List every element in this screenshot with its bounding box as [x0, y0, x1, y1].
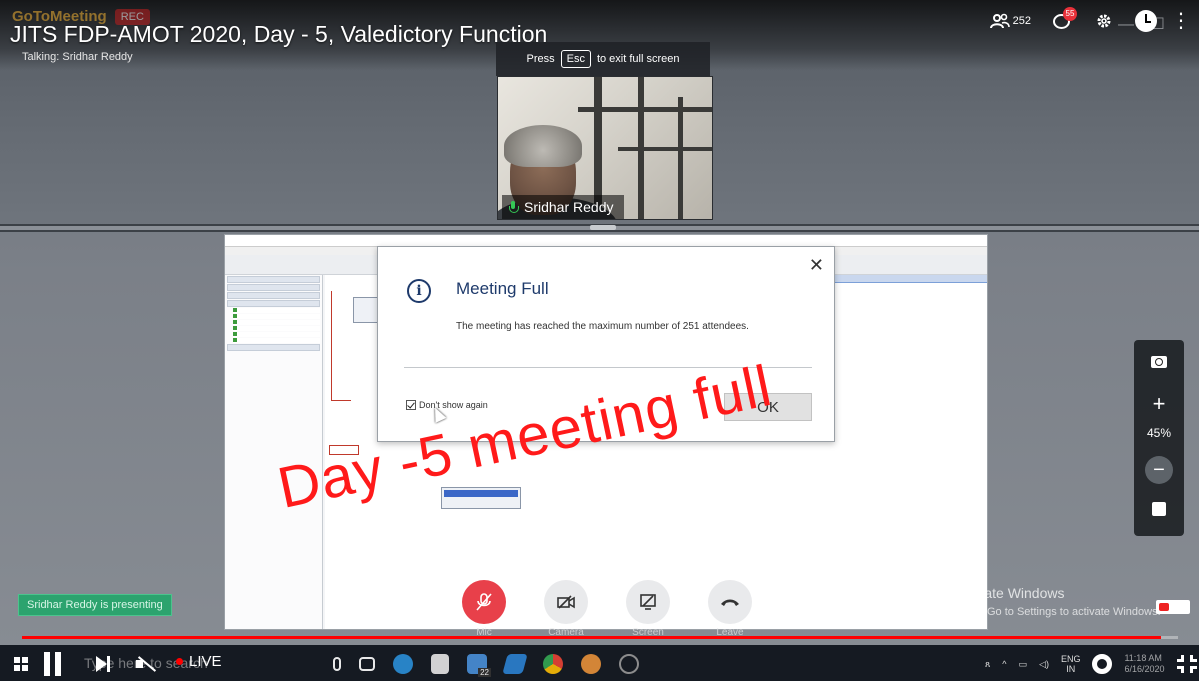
phone-hangup-icon — [721, 599, 739, 606]
app-icon[interactable] — [502, 654, 528, 674]
attendees-icon — [989, 13, 1010, 29]
chat-button[interactable]: 55 — [1053, 7, 1077, 31]
lang-top: ENG — [1060, 654, 1081, 664]
chat-icon: 55 — [1053, 7, 1077, 31]
watch-later-button[interactable] — [1135, 10, 1157, 32]
clock-date: 6/16/2020 — [1124, 664, 1165, 674]
fullscreen-hint: Press Esc to exit full screen — [496, 42, 710, 76]
live-label: LIVE — [189, 653, 222, 670]
video-progress-fill — [22, 636, 1161, 639]
system-clock[interactable]: 11:18 AM 6/16/2020 — [1124, 653, 1164, 675]
exit-fullscreen-icon[interactable] — [1176, 655, 1197, 673]
screen-share-icon — [640, 594, 656, 610]
taskbar-apps: 22 — [333, 654, 639, 677]
store-icon[interactable] — [431, 654, 449, 674]
activate-windows-title: Activate Windows — [954, 585, 1065, 601]
camera-off-icon — [557, 595, 575, 609]
presenting-status: Sridhar Reddy is presenting — [18, 594, 172, 616]
more-vertical-icon[interactable]: ⋮ — [1171, 11, 1191, 31]
bottom-bar: Type here to search LIVE 22 ጸ ^ ▭ ◁) ENG… — [0, 645, 1199, 681]
hint-before: Press — [526, 53, 555, 65]
gear-icon — [1097, 14, 1111, 28]
firefox-icon[interactable] — [581, 654, 601, 674]
mic-button[interactable]: Mic — [462, 580, 506, 638]
clock-time: 11:18 AM — [1124, 653, 1162, 663]
chat-unread-badge: 55 — [1063, 7, 1077, 21]
dont-show-checkbox[interactable] — [406, 400, 416, 410]
task-view-icon[interactable] — [359, 657, 375, 671]
clock-icon — [1135, 10, 1157, 32]
dialog-title: Meeting Full — [456, 279, 549, 298]
zoom-level: 45% — [1146, 426, 1172, 440]
esc-key: Esc — [560, 50, 591, 68]
live-dot — [176, 658, 183, 665]
volume-muted-icon[interactable] — [136, 657, 154, 671]
chevron-up-icon[interactable]: ^ — [1002, 659, 1006, 669]
live-indicator[interactable]: LIVE — [176, 653, 222, 670]
zoom-in-button[interactable]: + — [1145, 390, 1173, 418]
attendee-count: 252 — [1012, 15, 1031, 27]
hint-after: to exit full screen — [596, 53, 680, 65]
info-icon: i — [407, 279, 431, 303]
presenter-name: Sridhar Reddy — [524, 199, 614, 215]
activate-windows-subtitle: Go to Settings to activate Windows. — [987, 606, 1161, 618]
meeting-controls: Mic Camera Screen Leave — [462, 580, 752, 638]
lang-bottom: IN — [1066, 664, 1076, 674]
file-explorer-icon[interactable]: 22 — [467, 654, 491, 677]
language-indicator[interactable]: ENG IN — [1061, 654, 1081, 674]
dont-show-again-option[interactable]: Don't show again — [406, 400, 488, 410]
chrome-icon[interactable] — [543, 654, 563, 674]
windows-start-icon[interactable] — [14, 657, 28, 671]
edge-browser-icon[interactable] — [393, 654, 413, 674]
speaker-icon[interactable]: ◁) — [1039, 659, 1049, 670]
next-video-button[interactable] — [96, 656, 110, 672]
leave-button[interactable]: Leave — [708, 580, 752, 638]
people-icon[interactable]: ጸ — [985, 659, 990, 670]
system-tray: ጸ ^ ▭ ◁) ENG IN 11:18 AM 6/16/2020 — [985, 653, 1197, 675]
mic-muted-icon — [476, 593, 492, 611]
taskbar-mic-icon[interactable] — [333, 657, 341, 671]
talking-indicator: Talking: Sridhar Reddy — [22, 51, 133, 63]
fullscreen-stage: GoToMeeting REC JITS FDP-AMOT 2020, Day … — [0, 0, 1199, 681]
video-title: JITS FDP-AMOT 2020, Day - 5, Valedictory… — [10, 21, 548, 47]
channel-watermark[interactable] — [1156, 600, 1190, 614]
screen-button[interactable]: Screen — [626, 580, 670, 638]
divider-grip[interactable] — [590, 225, 616, 230]
network-icon[interactable]: ▭ — [1019, 659, 1028, 670]
dialog-close-button[interactable]: ✕ — [809, 255, 824, 276]
dialog-message: The meeting has reached the maximum numb… — [456, 321, 749, 332]
video-progress-bar[interactable] — [22, 636, 1178, 639]
video-settings-icon[interactable] — [1092, 654, 1113, 674]
app-circle-icon[interactable] — [619, 654, 639, 674]
files-badge: 22 — [478, 668, 491, 677]
zoom-controls: + 45% − — [1134, 340, 1184, 536]
pause-button[interactable] — [44, 652, 64, 676]
zoom-out-button[interactable]: − — [1145, 456, 1173, 484]
mic-active-icon — [508, 201, 519, 213]
camera-button[interactable]: Camera — [544, 580, 588, 638]
top-right-toolbar: 252 55 ⋮ — [968, 7, 1191, 32]
settings-button[interactable] — [1095, 12, 1113, 30]
webcam-name-tag: Sridhar Reddy — [502, 195, 624, 219]
dont-show-label: Don't show again — [419, 400, 488, 410]
camera-snapshot-icon[interactable] — [1151, 356, 1167, 368]
attendees-button[interactable]: 252 — [989, 13, 1031, 29]
popout-icon[interactable] — [1152, 502, 1166, 516]
